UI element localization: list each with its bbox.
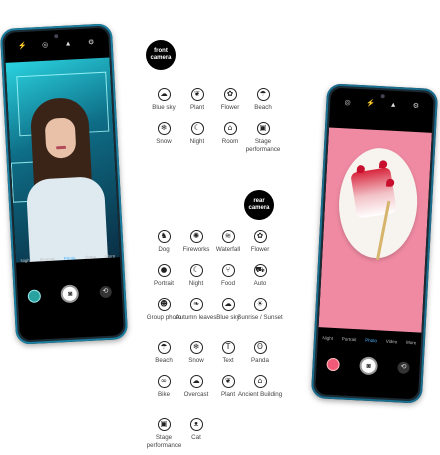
camera-icon: ◙ [67, 290, 73, 298]
scene-label: Stage performance [245, 138, 281, 153]
flash-icon[interactable]: ⚡ [366, 100, 375, 108]
gallery-thumbnail[interactable] [326, 357, 340, 371]
mode-more[interactable]: More [406, 340, 417, 346]
scene-item: ▣ Stage performance [238, 122, 288, 153]
text-icon: T [221, 341, 235, 354]
dog-icon: ♞ [157, 230, 171, 243]
rear-camera-badge: rear camera [244, 190, 274, 220]
flower-icon: ✿ [223, 88, 237, 101]
night-icon: ☾ [190, 122, 204, 135]
switch-camera-icon[interactable]: ⟲ [99, 285, 112, 299]
scene-label: Sunrise / Sunset [237, 314, 283, 321]
scene-item: ʘ Panda [235, 341, 285, 365]
mode-portrait[interactable]: Portrait [342, 336, 357, 342]
settings-icon[interactable]: ⚙ [412, 103, 420, 111]
mode-strip: Night Portrait Photo Video More [318, 335, 421, 345]
waterfall-icon: ≋ [221, 230, 235, 243]
shutter-button[interactable]: ◙ [60, 284, 80, 304]
cake [350, 167, 397, 219]
flash-icon[interactable]: ⚡ [18, 43, 27, 51]
mode-night[interactable]: Night [20, 258, 31, 264]
stage-icon: ▣ [157, 418, 171, 431]
scene-label: Ancient Building [237, 391, 283, 398]
left-phone: ⚡ ◎ ▲ ⚙ Night Portrait Photo Video More … [0, 23, 129, 345]
aperture-icon[interactable]: ◎ [343, 99, 351, 107]
viewfinder[interactable] [318, 127, 432, 333]
bike-icon: ∞ [157, 375, 171, 388]
filter-icon[interactable]: ▲ [64, 40, 72, 48]
left-phone-screen: ⚡ ◎ ▲ ⚙ Night Portrait Photo Video More … [4, 27, 124, 341]
panda-icon: ʘ [253, 341, 267, 354]
mode-photo[interactable]: Photo [64, 256, 76, 262]
camera-icon: ◙ [366, 362, 371, 370]
front-camera-label: front camera [150, 48, 172, 61]
mode-night[interactable]: Night [322, 335, 333, 341]
camera-topbar: ◎ ⚡ ▲ ⚙ [330, 88, 434, 123]
aperture-icon[interactable]: ◎ [41, 42, 49, 50]
plant-icon: ❦ [190, 88, 204, 101]
food-icon: ⑂ [221, 264, 235, 277]
autumn-leaves-icon: ❧ [189, 298, 203, 311]
front-camera-badge: front camera [146, 40, 176, 70]
snow-icon: ❄ [189, 341, 203, 354]
scene-label: Flower [250, 246, 270, 253]
blue-sky-icon: ☁ [221, 298, 235, 311]
rear-camera-label: rear camera [248, 198, 270, 211]
beach-icon: ☂ [256, 88, 270, 101]
right-phone-screen: ◎ ⚡ ▲ ⚙ Night Portrait Photo Video More … [315, 87, 434, 400]
camera-controls: ◙ ⟲ [316, 351, 420, 380]
gallery-thumbnail[interactable] [27, 288, 42, 303]
sunrise-icon: ☀ [253, 298, 267, 311]
plant-icon: ❦ [221, 375, 235, 388]
shutter-button[interactable]: ◙ [359, 356, 379, 376]
cat-icon: ᴥ [189, 418, 203, 431]
settings-icon[interactable]: ⚙ [87, 39, 95, 47]
scene-label: Cat [191, 434, 201, 441]
scene-item: ☂ Beach [238, 88, 288, 112]
scene-label: Beach [254, 104, 272, 111]
mode-photo[interactable]: Photo [365, 338, 377, 344]
portrait-icon: ● [157, 264, 171, 277]
stage-icon: ▣ [256, 122, 270, 135]
group-photo-icon: ☻ [157, 298, 171, 311]
scene-item: ⌂ Ancient Building [235, 375, 285, 399]
room-icon: ⌂ [223, 122, 237, 135]
flower-icon: ✿ [253, 230, 267, 243]
mode-portrait[interactable]: Portrait [40, 257, 55, 263]
snow-icon: ❄ [157, 122, 171, 135]
scene-item: ☀ Sunrise / Sunset [235, 298, 285, 322]
mode-more[interactable]: More [105, 253, 116, 259]
mode-video[interactable]: Video [84, 254, 96, 260]
camera-controls: ◙ ⟲ [17, 279, 122, 308]
right-phone: ◎ ⚡ ▲ ⚙ Night Portrait Photo Video More … [310, 83, 439, 404]
filter-icon[interactable]: ▲ [389, 102, 397, 110]
subject-lips [56, 145, 67, 150]
scene-label: Panda [251, 357, 269, 364]
scene-item: ⛟ Auto [235, 264, 285, 288]
auto-icon: ⛟ [253, 264, 267, 277]
overcast-icon: ☁ [189, 375, 203, 388]
switch-camera-icon[interactable]: ⟲ [397, 361, 410, 374]
beach-icon: ☂ [157, 341, 171, 354]
scene-label: Auto [253, 280, 267, 287]
subject-shirt [25, 175, 109, 263]
scene-item: ✿ Flower [235, 230, 285, 254]
scene-item: ᴥ Cat [171, 418, 221, 442]
blue-sky-icon: ☁ [157, 88, 171, 101]
subject-face [44, 117, 77, 159]
viewfinder[interactable] [5, 57, 120, 263]
night-icon: ☾ [189, 264, 203, 277]
mode-video[interactable]: Video [386, 339, 398, 345]
fireworks-icon: ✺ [189, 230, 203, 243]
ancient-building-icon: ⌂ [253, 375, 267, 388]
